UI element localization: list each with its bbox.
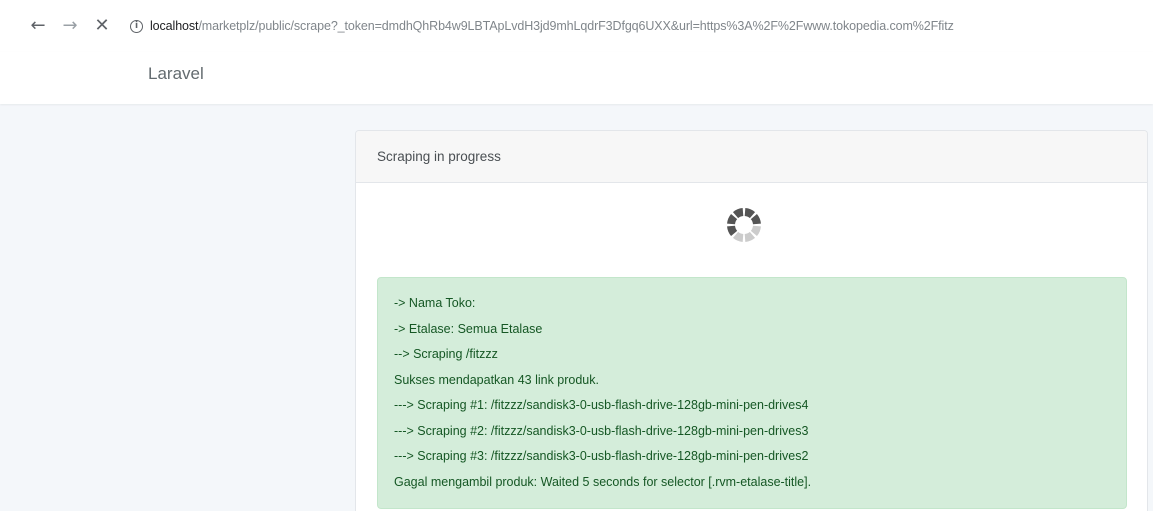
spinner-segment	[744, 208, 756, 219]
log-line: -> Etalase: Semua Etalase	[394, 321, 543, 336]
app-navbar: Laravel	[0, 52, 1153, 104]
loading-spinner-icon	[727, 208, 761, 242]
log-line: ---> Scraping #1: /fitzzz/sandisk3-0-usb…	[394, 398, 809, 412]
address-bar[interactable]: i localhost/marketplz/public/scrape?_tok…	[130, 0, 1153, 52]
spinner-segment	[750, 225, 761, 237]
url-path: /marketplz/public/scrape?_token=dmdhQhRb…	[198, 19, 954, 33]
browser-toolbar: ← → ✕ i localhost/marketplz/public/scrap…	[0, 0, 1153, 52]
log-line: -> Nama Toko:	[394, 296, 476, 310]
log-line: --> Scraping /fitzzz	[394, 347, 498, 361]
scrape-card: Scraping in progress -> Nama Toko: -> Et…	[355, 130, 1148, 511]
spinner-segment	[727, 213, 738, 225]
site-info-icon[interactable]: i	[130, 19, 143, 33]
log-line: Gagal mengambil produk: Waited 5 seconds…	[394, 474, 812, 489]
url-text: localhost/marketplz/public/scrape?_token…	[150, 19, 954, 33]
log-line: Sukses mendapatkan 43 link produk.	[394, 372, 599, 387]
spinner-segment	[727, 225, 738, 237]
spinner-segment	[732, 208, 744, 219]
brand-link[interactable]: Laravel	[148, 64, 204, 84]
back-arrow-icon[interactable]: ←	[26, 0, 50, 52]
forward-arrow-icon[interactable]: →	[58, 0, 82, 52]
card-header: Scraping in progress	[356, 131, 1147, 183]
spinner-segment	[744, 231, 756, 242]
spinner-segment	[732, 231, 744, 242]
scrape-log-alert: -> Nama Toko: -> Etalase: Semua Etalase …	[377, 277, 1127, 509]
log-line: ---> Scraping #3: /fitzzz/sandisk3-0-usb…	[394, 449, 809, 463]
stop-loading-icon[interactable]: ✕	[90, 0, 114, 52]
url-host: localhost	[150, 19, 199, 33]
log-line: ---> Scraping #2: /fitzzz/sandisk3-0-usb…	[394, 423, 809, 438]
spinner-segment	[750, 213, 761, 225]
